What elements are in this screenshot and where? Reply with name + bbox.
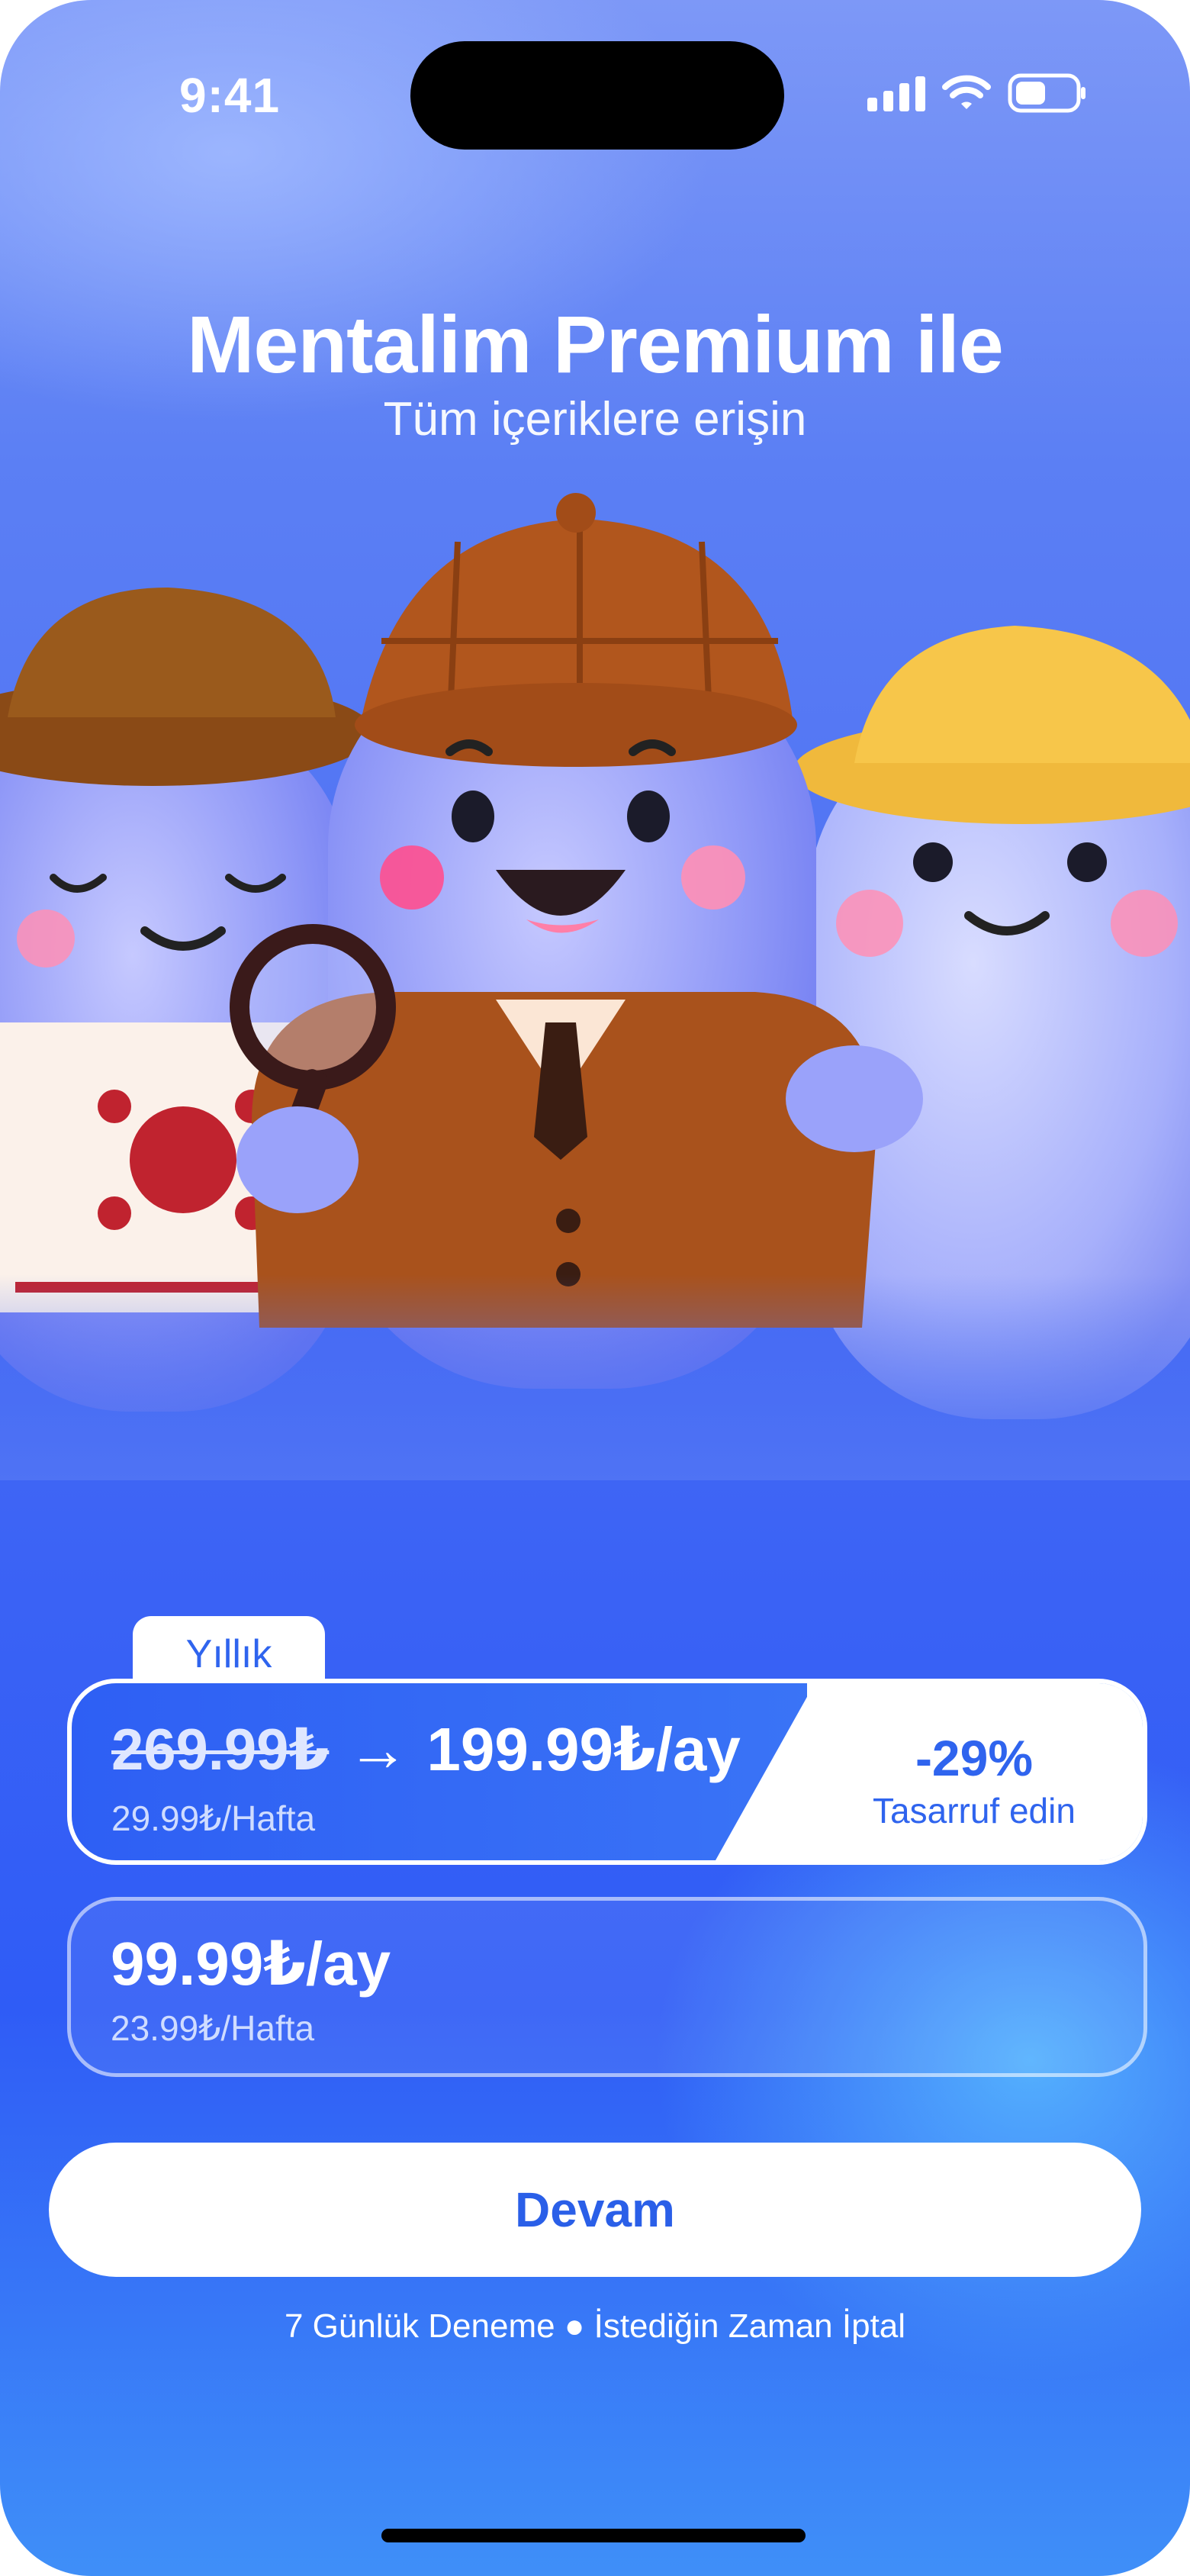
annual-plan-option[interactable]: 269.99₺ → 199.99₺/ay 29.99₺/Hafta -29% T…	[67, 1679, 1147, 1865]
monthly-plan-option[interactable]: 99.99₺/ay 23.99₺/Hafta	[67, 1897, 1147, 2077]
page-subtitle: Tüm içeriklere erişin	[383, 393, 807, 446]
status-icons	[867, 73, 1087, 113]
battery-icon	[1008, 73, 1085, 113]
paywall-screen: 9:41 Mentalim Premium ile Tüm içeriklere…	[0, 0, 1190, 2576]
discount-percent: -29%	[915, 1730, 1034, 1786]
annual-price-row: 269.99₺ → 199.99₺/ay	[111, 1714, 741, 1785]
monthly-weekly-price: 23.99₺/Hafta	[111, 2008, 315, 2048]
monthly-price: 99.99₺/ay	[111, 1930, 391, 1998]
mascot-illustration	[0, 493, 1190, 1480]
arrow-right-icon: →	[347, 1715, 409, 1783]
page-title: Mentalim Premium ile	[187, 300, 1004, 390]
dynamic-island	[410, 41, 784, 150]
discount-badge: -29% Tasarruf edin	[848, 1729, 1100, 1831]
cellular-signal-icon	[867, 75, 925, 111]
home-indicator[interactable]	[381, 2529, 806, 2542]
old-price: 269.99₺	[111, 1718, 330, 1782]
discount-label: Tasarruf edin	[873, 1791, 1076, 1831]
annual-weekly-price: 29.99₺/Hafta	[111, 1798, 316, 1838]
wifi-icon	[942, 75, 991, 109]
annual-price: 199.99₺/ay	[426, 1715, 741, 1783]
status-time: 9:41	[179, 68, 281, 123]
trial-info: 7 Günlük Deneme ● İstediğin Zaman İptal	[284, 2307, 906, 2345]
continue-button[interactable]: Devam	[49, 2143, 1141, 2277]
